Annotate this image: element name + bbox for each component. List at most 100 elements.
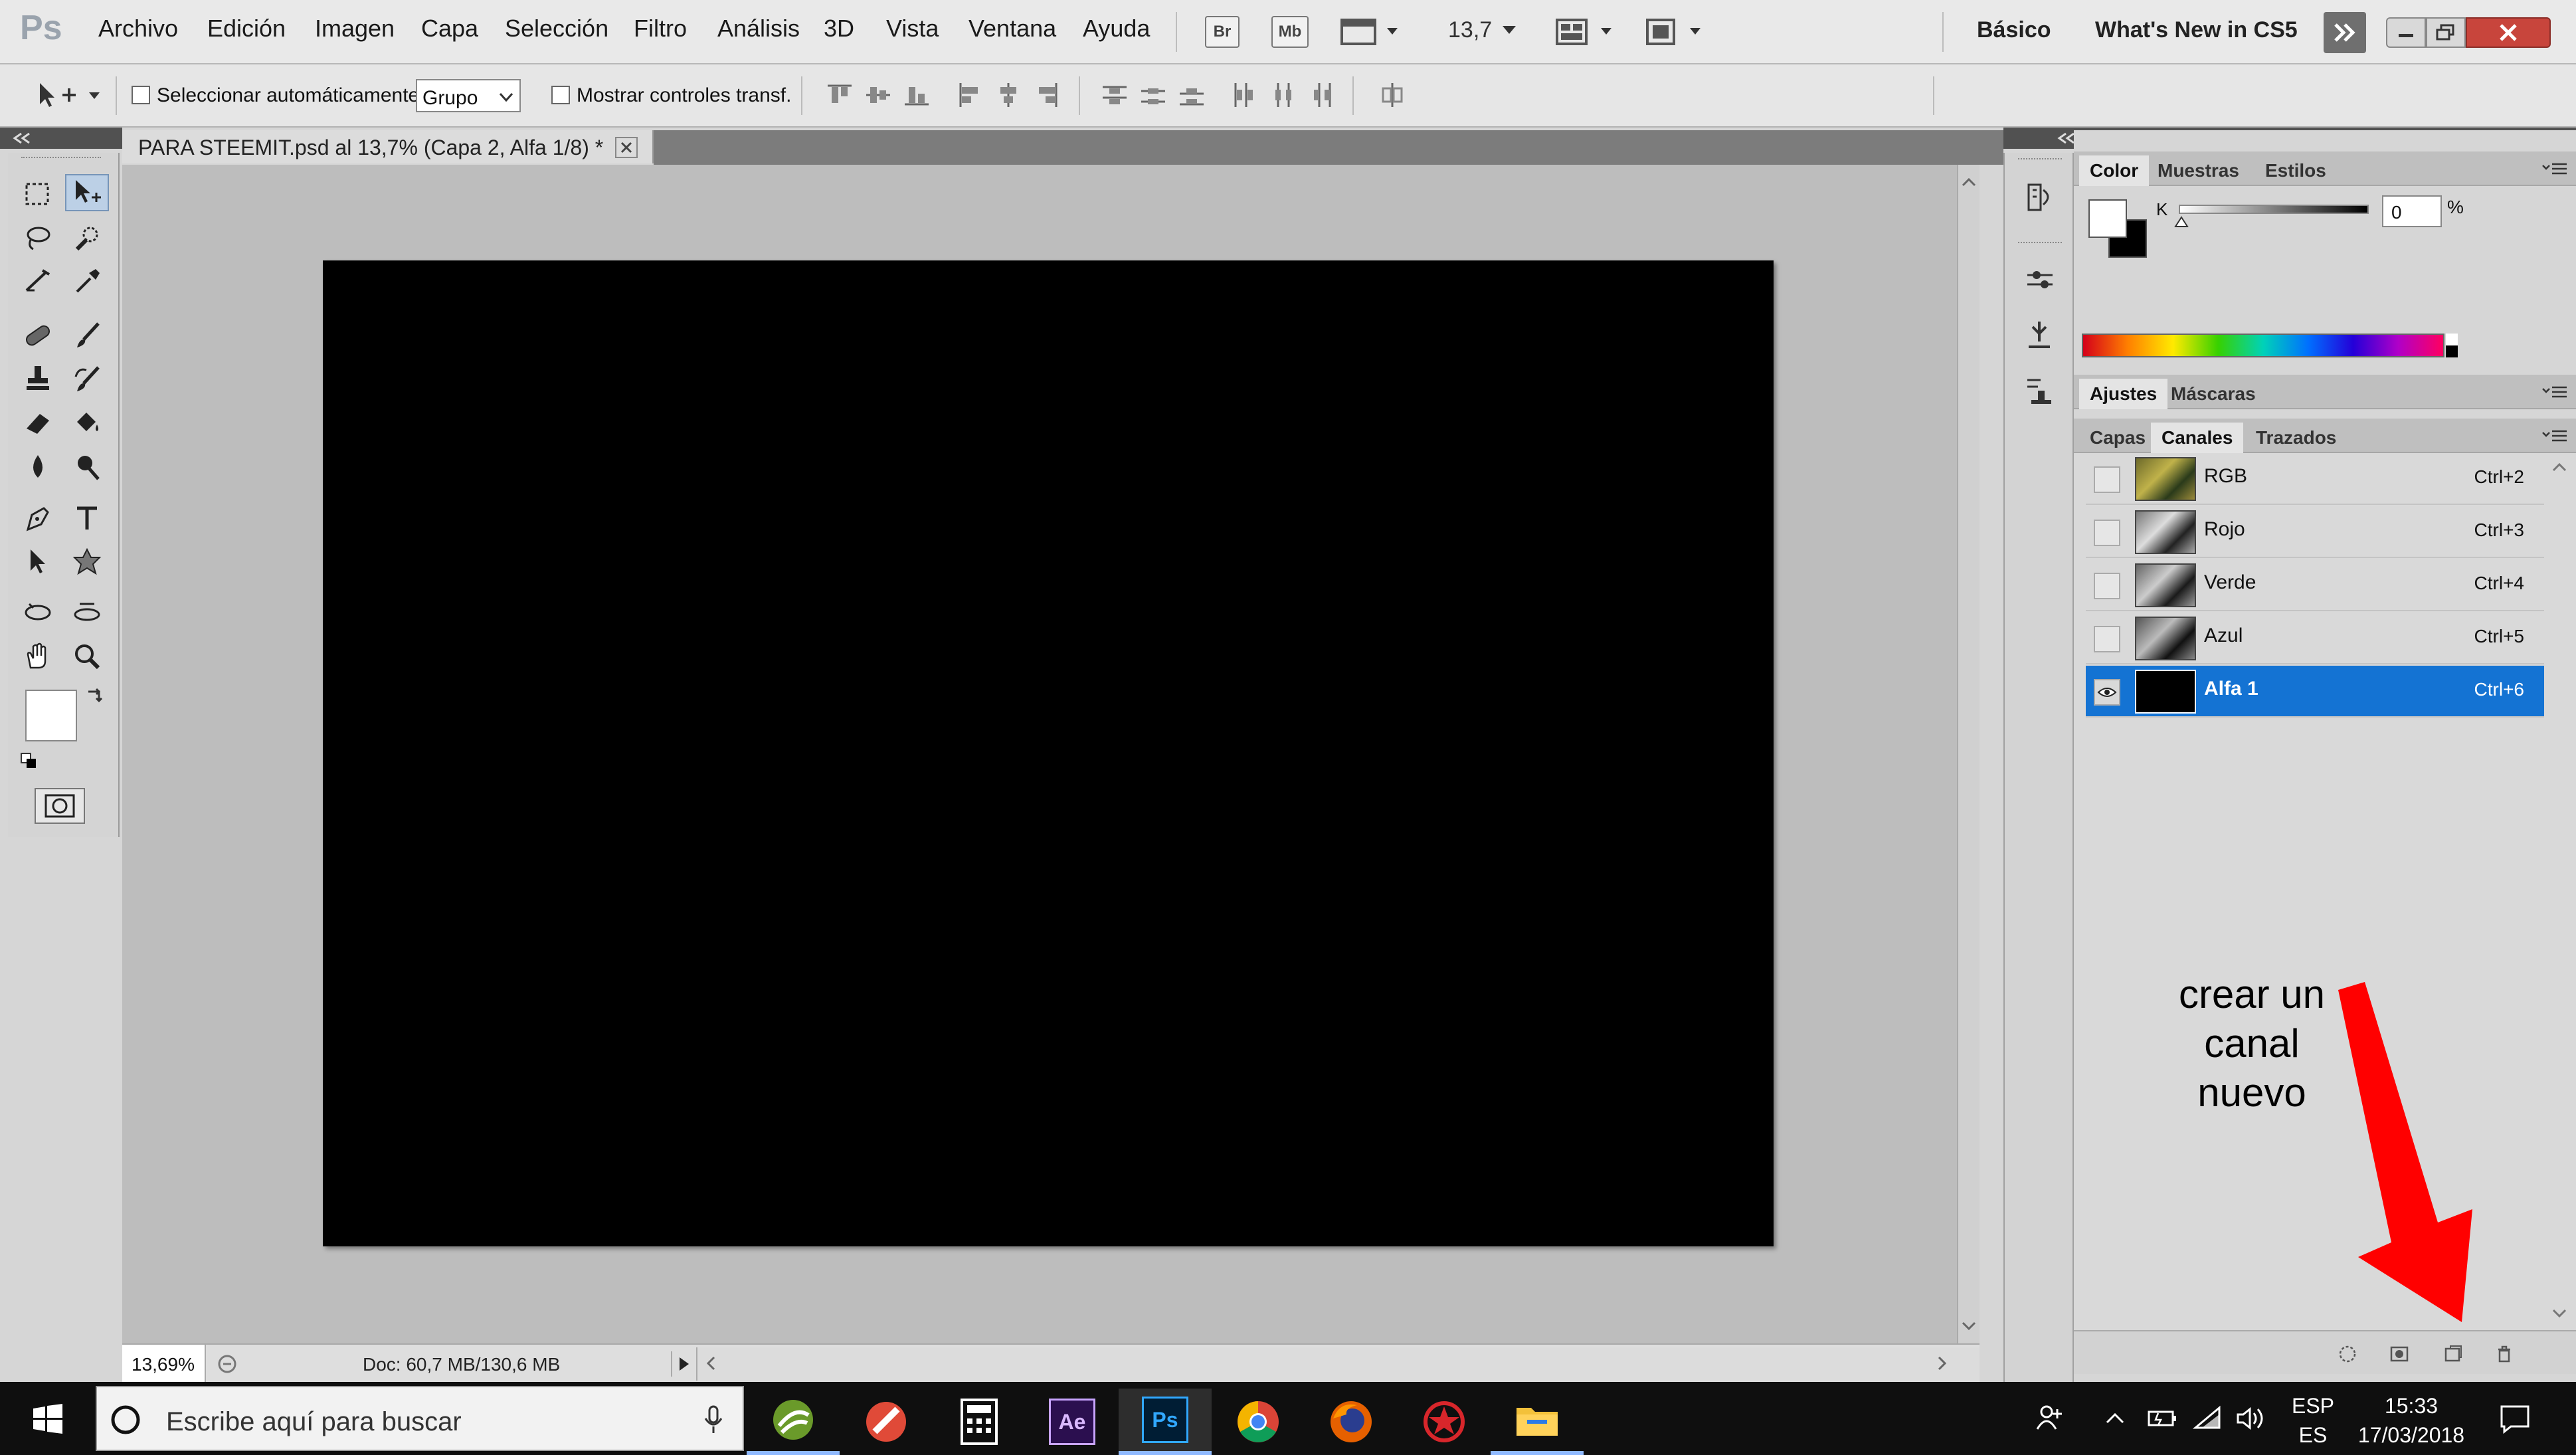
hand-tool-icon[interactable]: [16, 638, 60, 675]
channel-row[interactable]: RGB Ctrl+2: [2086, 453, 2544, 505]
tool-presets-panel-icon[interactable]: [2019, 369, 2061, 411]
calculator-icon[interactable]: [933, 1389, 1026, 1455]
people-icon[interactable]: [2030, 1398, 2070, 1438]
scroll-up-icon[interactable]: [2551, 460, 2568, 474]
align-top-icon[interactable]: [826, 82, 853, 108]
channel-row[interactable]: Azul Ctrl+5: [2086, 613, 2544, 664]
swap-colors-icon[interactable]: [82, 684, 106, 708]
eye-icon[interactable]: [2094, 679, 2120, 706]
scroll-down-icon[interactable]: [1961, 1318, 1977, 1334]
zoom-tool-icon[interactable]: [65, 638, 109, 675]
color-panel-foreground[interactable]: [2088, 199, 2127, 238]
move-tool-preset-icon[interactable]: [33, 79, 106, 110]
distribute-vcenter-icon[interactable]: [1140, 82, 1166, 108]
color-ramp-white[interactable]: [2446, 334, 2458, 345]
channel-row[interactable]: Verde Ctrl+4: [2086, 559, 2544, 611]
distribute-left-icon[interactable]: [1230, 82, 1257, 108]
menu-filtro[interactable]: Filtro: [634, 15, 687, 43]
chrome-icon[interactable]: [1212, 1389, 1305, 1455]
taskbar-app-8-icon[interactable]: [1398, 1389, 1491, 1455]
show-transform-checkbox[interactable]: [551, 86, 570, 104]
scroll-left-icon[interactable]: [703, 1355, 719, 1371]
document-canvas[interactable]: [323, 260, 1774, 1246]
vertical-scrollbar[interactable]: [1957, 165, 1979, 1343]
menu-ventana[interactable]: Ventana: [968, 15, 1056, 43]
distribute-bottom-icon[interactable]: [1178, 82, 1205, 108]
pen-tool-icon[interactable]: [16, 500, 60, 537]
toolbox-collapse-strip[interactable]: [0, 128, 122, 149]
taskbar-app-1-icon[interactable]: [747, 1389, 840, 1455]
custom-shape-tool-icon[interactable]: [65, 543, 109, 581]
scroll-down-icon[interactable]: [2551, 1306, 2568, 1321]
3d-rotate-tool-icon[interactable]: [16, 594, 60, 631]
channel-visibility-toggle[interactable]: [2094, 520, 2120, 546]
menu-3d[interactable]: 3D: [824, 15, 854, 43]
paint-bucket-tool-icon[interactable]: [65, 404, 109, 441]
bridge-button[interactable]: Br: [1205, 16, 1240, 48]
microphone-icon[interactable]: [700, 1403, 727, 1436]
search-box[interactable]: Escribe aquí para buscar: [96, 1386, 744, 1451]
history-brush-tool-icon[interactable]: [65, 360, 109, 397]
move-tool-icon[interactable]: [65, 174, 109, 211]
close-icon[interactable]: [2466, 17, 2551, 48]
zoom-level[interactable]: 13,7: [1448, 17, 1492, 43]
new-channel-icon[interactable]: [2439, 1341, 2466, 1367]
foreground-color-swatch[interactable]: [25, 690, 77, 741]
channels-panel-menu-icon[interactable]: [2540, 427, 2569, 445]
tab-estilos[interactable]: Estilos: [2254, 155, 2337, 186]
3d-orbit-tool-icon[interactable]: [65, 594, 109, 631]
align-left-icon[interactable]: [957, 82, 983, 108]
distribute-top-icon[interactable]: [1101, 82, 1128, 108]
adjust-panel-menu-icon[interactable]: [2540, 383, 2569, 401]
clone-stamp-tool-icon[interactable]: [16, 360, 60, 397]
photoshop-icon[interactable]: Ps: [1119, 1389, 1212, 1455]
horizontal-scrollbar[interactable]: [696, 1347, 1979, 1381]
quick-mask-icon[interactable]: [35, 788, 85, 824]
k-slider-track[interactable]: [2179, 205, 2369, 214]
lasso-tool-icon[interactable]: [16, 219, 60, 256]
type-tool-icon[interactable]: [65, 500, 109, 537]
distribute-right-icon[interactable]: [1307, 82, 1334, 108]
delete-channel-icon[interactable]: [2491, 1341, 2518, 1367]
default-colors-icon[interactable]: [19, 751, 41, 773]
screen-mode-icon[interactable]: [1643, 16, 1706, 48]
channels-scrollbar[interactable]: [2549, 453, 2569, 1330]
marquee-tool-icon[interactable]: [16, 175, 60, 213]
channel-visibility-toggle[interactable]: [2094, 466, 2120, 493]
restore-icon[interactable]: [2426, 17, 2466, 48]
clone-source-panel-icon[interactable]: [2019, 315, 2061, 356]
taskbar-app-2-icon[interactable]: [840, 1389, 933, 1455]
crop-tool-icon[interactable]: [16, 262, 60, 299]
align-bottom-icon[interactable]: [903, 82, 930, 108]
menu-capa[interactable]: Capa: [421, 15, 478, 43]
clock[interactable]: 15:33 17/03/2018: [2351, 1391, 2471, 1450]
tab-mascaras[interactable]: Máscaras: [2160, 379, 2266, 409]
menu-ayuda[interactable]: Ayuda: [1083, 15, 1150, 43]
auto-select-dropdown[interactable]: Grupo: [416, 79, 521, 112]
zoom-field[interactable]: 13,69%: [122, 1345, 206, 1382]
language-indicator[interactable]: ESP ES: [2286, 1391, 2340, 1450]
quick-selection-tool-icon[interactable]: [65, 219, 109, 256]
menu-imagen[interactable]: Imagen: [315, 15, 395, 43]
history-panel-icon[interactable]: [2019, 177, 2061, 218]
status-info-icon[interactable]: [215, 1353, 239, 1375]
tab-ajustes[interactable]: Ajustes: [2079, 379, 2168, 409]
show-hidden-icons-icon[interactable]: [2102, 1402, 2128, 1435]
menu-edicion[interactable]: Edición: [207, 15, 286, 43]
mini-bridge-button[interactable]: Mb: [1271, 16, 1309, 48]
brush-tool-icon[interactable]: [65, 316, 109, 353]
dodge-tool-icon[interactable]: [65, 448, 109, 485]
more-workspaces-icon[interactable]: [2324, 12, 2366, 53]
arrange-documents-icon[interactable]: [1554, 16, 1617, 48]
tab-color[interactable]: Color: [2079, 155, 2150, 186]
scroll-up-icon[interactable]: [1961, 174, 1977, 190]
tab-capas[interactable]: Capas: [2079, 423, 2156, 453]
volume-icon[interactable]: [2232, 1402, 2269, 1435]
color-ramp[interactable]: [2082, 334, 2444, 357]
tab-trazados[interactable]: Trazados: [2245, 423, 2347, 453]
save-selection-icon[interactable]: [2386, 1341, 2413, 1367]
minimize-icon[interactable]: [2386, 17, 2426, 48]
healing-brush-tool-icon[interactable]: [16, 316, 60, 353]
tab-muestras[interactable]: Muestras: [2147, 155, 2250, 186]
battery-icon[interactable]: [2144, 1402, 2181, 1435]
